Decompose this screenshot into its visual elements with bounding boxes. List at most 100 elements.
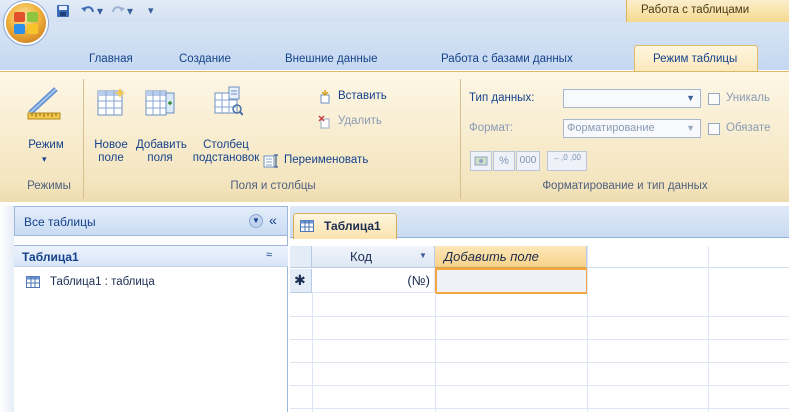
fields-columns-group-label: Поля и столбцы bbox=[230, 180, 316, 192]
window-edge bbox=[0, 206, 14, 412]
column-sort-dropdown-icon[interactable]: ▼ bbox=[419, 251, 427, 260]
navigation-pane bbox=[14, 206, 288, 412]
unique-label: Уникаль bbox=[726, 92, 770, 104]
record-selector[interactable]: ✱ bbox=[290, 269, 312, 293]
percent-format-button[interactable]: % bbox=[493, 151, 515, 171]
undo-dropdown-icon[interactable]: ▾ bbox=[97, 4, 103, 20]
required-label: Обязате bbox=[726, 122, 771, 134]
grid-line bbox=[290, 362, 789, 363]
nav-pane-title: Все таблицы bbox=[24, 215, 96, 229]
increase-decimal-label: ←,0 ,00 bbox=[552, 153, 581, 162]
nav-filter-dropdown-icon[interactable]: ▼ bbox=[249, 214, 263, 228]
save-icon[interactable] bbox=[56, 4, 70, 18]
rename-column-icon bbox=[263, 154, 278, 168]
delete-column-icon bbox=[318, 115, 330, 129]
redo-dropdown-icon[interactable]: ▾ bbox=[127, 4, 133, 20]
thousands-format-button[interactable]: 000 bbox=[516, 151, 540, 171]
grid-line bbox=[290, 385, 789, 386]
lookup-column-button[interactable]: Столбец подстановок bbox=[189, 83, 263, 175]
currency-icon bbox=[474, 156, 488, 166]
grid-line bbox=[708, 246, 709, 412]
group-divider bbox=[83, 79, 84, 199]
nav-item-table1[interactable]: Таблица1 : таблица bbox=[26, 273, 276, 291]
rename-column-label: Переименовать bbox=[284, 154, 369, 166]
column-header-id[interactable]: Код ▼ bbox=[312, 246, 435, 268]
add-fields-button[interactable]: Добавить поля bbox=[136, 83, 187, 175]
tab-external-data[interactable]: Внешние данные bbox=[285, 53, 377, 69]
new-field-icon bbox=[97, 88, 126, 116]
add-fields-label-2: поля bbox=[147, 152, 173, 164]
collapse-group-icon[interactable]: ≈ bbox=[266, 249, 272, 261]
group-divider bbox=[460, 79, 461, 199]
currency-format-button[interactable] bbox=[470, 151, 492, 171]
tab-datasheet-label: Режим таблицы bbox=[653, 53, 738, 65]
cell-id-value: (№) bbox=[407, 273, 430, 288]
view-button[interactable]: Режим ▾ bbox=[18, 83, 74, 175]
nav-group-title: Таблица1 bbox=[22, 250, 79, 264]
grid-line bbox=[290, 408, 789, 409]
format-label: Формат: bbox=[469, 122, 514, 134]
delete-column-label: Удалить bbox=[338, 115, 382, 127]
cell-add-field-selected[interactable] bbox=[435, 268, 588, 294]
grid-line bbox=[312, 293, 313, 412]
new-field-button[interactable]: Новое поле bbox=[88, 83, 134, 175]
insert-column-label: Вставить bbox=[338, 90, 387, 102]
lookup-column-icon bbox=[214, 86, 243, 116]
rename-column-button[interactable]: Переименовать bbox=[263, 153, 458, 170]
column-header-add-field-label: Добавить поле bbox=[444, 249, 539, 264]
percent-label: % bbox=[499, 155, 509, 167]
add-fields-label-1: Добавить bbox=[136, 139, 187, 151]
add-fields-icon bbox=[145, 90, 175, 116]
lookup-column-label-2: подстановок bbox=[192, 152, 260, 164]
format-datatype-group-label: Форматирование и тип данных bbox=[542, 180, 708, 192]
customize-qat-icon[interactable]: ▾ bbox=[148, 4, 154, 20]
nav-pane-header[interactable]: Все таблицы ▼ « bbox=[14, 206, 288, 236]
format-combo-value: Форматирование bbox=[567, 122, 655, 134]
decimal-buttons[interactable]: ←,0 ,00 bbox=[547, 151, 587, 171]
data-type-label: Тип данных: bbox=[469, 92, 535, 104]
nav-item-label: Таблица1 : таблица bbox=[50, 276, 155, 288]
tab-database-tools[interactable]: Работа с базами данных bbox=[441, 53, 573, 69]
view-button-label: Режим bbox=[28, 139, 64, 151]
lookup-column-label-1: Столбец bbox=[203, 139, 249, 151]
views-group-label: Режимы bbox=[27, 180, 71, 192]
chevron-down-icon: ▼ bbox=[686, 123, 695, 133]
context-tab-label: Работа с таблицами bbox=[641, 4, 750, 16]
tab-home[interactable]: Главная bbox=[89, 53, 133, 69]
office-logo-icon bbox=[14, 12, 38, 34]
thousands-label: 000 bbox=[519, 155, 537, 166]
tab-datasheet[interactable]: Режим таблицы bbox=[634, 45, 758, 72]
new-field-label-1: Новое bbox=[94, 139, 128, 151]
design-view-icon bbox=[27, 87, 61, 120]
column-header-add-field[interactable]: Добавить поле bbox=[435, 246, 587, 268]
view-dropdown-icon: ▾ bbox=[42, 154, 47, 164]
nav-group-header[interactable]: Таблица1 ≈ bbox=[14, 245, 288, 267]
context-tab-table-tools: Работа с таблицами bbox=[626, 0, 789, 22]
grid-line bbox=[435, 293, 436, 412]
select-all-corner[interactable] bbox=[290, 246, 312, 268]
unique-checkbox[interactable] bbox=[708, 93, 720, 105]
delete-column-button[interactable]: Удалить bbox=[318, 114, 414, 131]
grid-line bbox=[290, 339, 789, 340]
new-record-marker: ✱ bbox=[294, 272, 306, 288]
format-combo[interactable]: Форматирование ▼ bbox=[563, 119, 701, 138]
redo-icon[interactable] bbox=[110, 4, 126, 18]
grid-line bbox=[290, 316, 789, 317]
cell-id-new[interactable]: (№) bbox=[312, 269, 435, 293]
data-type-combo[interactable]: ▼ bbox=[563, 89, 701, 108]
table-icon bbox=[26, 276, 40, 288]
required-checkbox[interactable] bbox=[708, 123, 720, 135]
tab-create[interactable]: Создание bbox=[179, 53, 231, 69]
table-icon bbox=[300, 220, 314, 232]
empty-header-space bbox=[587, 246, 789, 268]
grid-line bbox=[587, 246, 588, 412]
insert-column-icon bbox=[320, 90, 330, 104]
insert-column-button[interactable]: Вставить bbox=[318, 89, 414, 106]
new-field-label-2: поле bbox=[98, 152, 124, 164]
undo-icon[interactable] bbox=[80, 4, 96, 18]
document-tab-table1[interactable]: Таблица1 bbox=[293, 213, 397, 239]
column-header-id-label: Код bbox=[350, 249, 373, 264]
document-tab-label: Таблица1 bbox=[324, 219, 381, 233]
shutter-bar-close-icon[interactable]: « bbox=[269, 212, 277, 228]
chevron-down-icon: ▼ bbox=[686, 93, 695, 103]
